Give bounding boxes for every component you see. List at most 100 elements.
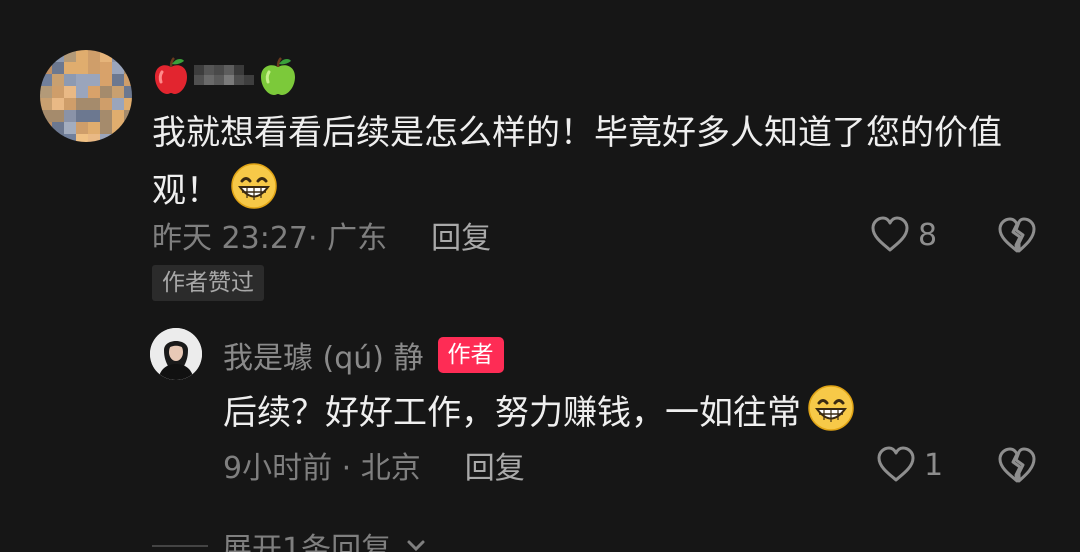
avatar-mosaic-cell [112, 122, 124, 134]
avatar-mosaic-cell [64, 50, 76, 62]
avatar-mosaic-cell [88, 50, 100, 62]
avatar-mosaic-cell [64, 98, 76, 110]
avatar-mosaic-cell [64, 122, 76, 134]
avatar-mosaic-cell [52, 110, 64, 122]
green-apple-icon [261, 57, 295, 95]
avatar-mosaic-cell [124, 134, 132, 142]
liked-by-author-badge: 作者赞过 [152, 265, 264, 301]
avatar-mosaic-cell [52, 86, 64, 98]
avatar-mosaic-cell [52, 98, 64, 110]
avatar-mosaic-cell [112, 62, 124, 74]
avatar-mosaic-cell [52, 74, 64, 86]
avatar-mosaic-cell [52, 122, 64, 134]
avatar-mosaic-cell [112, 74, 124, 86]
commenter-name-mosaic [194, 61, 254, 91]
comment-time-location: 昨天 23:27· 广东 [152, 221, 388, 256]
avatar-mosaic-cell [76, 98, 88, 110]
avatar-mosaic-cell [64, 110, 76, 122]
avatar-mosaic-cell [100, 62, 112, 74]
avatar-mosaic-cell [88, 122, 100, 134]
broken-heart-icon[interactable] [997, 216, 1037, 256]
avatar-mosaic-cell [88, 110, 100, 122]
avatar-mosaic-cell [112, 98, 124, 110]
avatar-mosaic-cell [112, 50, 124, 62]
avatar-mosaic-cell [76, 74, 88, 86]
avatar-mosaic-cell [76, 86, 88, 98]
avatar-mosaic-cell [40, 62, 52, 74]
avatar-mosaic-cell [88, 74, 100, 86]
avatar-mosaic-cell [52, 62, 64, 74]
avatar-mosaic-cell [76, 62, 88, 74]
avatar-mosaic-cell [124, 86, 132, 98]
expand-replies-label: 展开1条回复 [222, 532, 392, 552]
avatar-mosaic-cell [88, 98, 100, 110]
avatar-mosaic-cell [112, 86, 124, 98]
comment-body: 我就想看看后续是怎么样的！毕竟好多人知道了您的价值观！ [152, 104, 1042, 220]
avatar-mosaic-cell [100, 74, 112, 86]
avatar-mosaic-cell [100, 122, 112, 134]
reply-author-name[interactable]: 我是璩 (qú) 静 [223, 333, 424, 377]
broken-heart-icon[interactable] [997, 446, 1037, 486]
avatar-mosaic-cell [40, 86, 52, 98]
avatar-mosaic-cell [40, 98, 52, 110]
heart-outline-icon [871, 216, 909, 252]
person-photo-icon [150, 328, 202, 380]
reply-time-location: 9小时前 · 北京 [223, 451, 421, 486]
comment-text: 我就想看看后续是怎么样的！毕竟好多人知道了您的价值观！ [152, 113, 1002, 211]
avatar-mosaic-cell [40, 122, 52, 134]
avatar-mosaic-cell [124, 74, 132, 86]
comment-like-count: 8 [918, 217, 938, 253]
avatar-mosaic-cell [52, 134, 64, 142]
avatar-mosaic-cell [112, 110, 124, 122]
comment-panel: 我就想看看后续是怎么样的！毕竟好多人知道了您的价值观！ 昨天 23:27· 广东… [0, 0, 1080, 552]
avatar-mosaic-cell [124, 98, 132, 110]
commenter-name-row[interactable] [152, 55, 298, 97]
avatar-mosaic-cell [88, 62, 100, 74]
avatar-mosaic-cell [40, 134, 52, 142]
reply-author-row[interactable]: 我是璩 (qú) 静 作者 [223, 334, 504, 376]
avatar-mosaic-cell [100, 98, 112, 110]
avatar-mosaic-cell [100, 134, 112, 142]
avatar-mosaic-cell [64, 134, 76, 142]
avatar-mosaic-cell [40, 74, 52, 86]
reply-meta: 9小时前 · 北京 回复 [223, 442, 525, 488]
avatar-mosaic-cell [64, 86, 76, 98]
commenter-avatar[interactable] [40, 50, 132, 142]
heart-outline-icon [877, 446, 915, 482]
avatar-mosaic-cell [124, 110, 132, 122]
avatar-mosaic-cell [76, 50, 88, 62]
expand-divider [152, 545, 208, 547]
avatar-mosaic-cell [76, 110, 88, 122]
red-apple-icon [155, 57, 187, 94]
avatar-mosaic-cell [112, 134, 124, 142]
avatar-mosaic-cell [124, 62, 132, 74]
comment-reply-button[interactable]: 回复 [431, 213, 491, 257]
avatar-mosaic-cell [40, 110, 52, 122]
avatar-mosaic-cell [88, 86, 100, 98]
author-badge: 作者 [437, 337, 504, 373]
avatar-mosaic-cell [88, 134, 100, 142]
avatar-mosaic-cell [64, 62, 76, 74]
avatar-mosaic-cell [124, 122, 132, 134]
reply-text: 后续？好好工作，努力赚钱，一如往常 [223, 393, 801, 433]
expand-replies-button[interactable]: 展开1条回复 [152, 526, 427, 552]
reply-like-count: 1 [924, 447, 944, 483]
reply-reply-button[interactable]: 回复 [465, 443, 525, 487]
avatar-mosaic-cell [52, 50, 64, 62]
grinning-emoji-icon [231, 163, 277, 209]
avatar-mosaic-cell [40, 50, 52, 62]
comment-meta: 昨天 23:27· 广东 回复 [152, 212, 491, 258]
avatar-mosaic-cell [64, 74, 76, 86]
chevron-down-icon [407, 540, 425, 552]
comment-like-button[interactable]: 8 [870, 214, 937, 256]
reply-like-button[interactable]: 1 [876, 444, 943, 486]
avatar-mosaic-cell [124, 50, 132, 62]
reply-author-avatar[interactable] [150, 328, 202, 380]
grinning-emoji-icon [808, 385, 854, 431]
avatar-mosaic-cell [100, 110, 112, 122]
avatar-mosaic-cell [100, 50, 112, 62]
reply-body: 后续？好好工作，努力赚钱，一如往常 [223, 384, 855, 440]
avatar-mosaic-cell [76, 122, 88, 134]
avatar-mosaic-cell [100, 86, 112, 98]
avatar-mosaic-cell [76, 134, 88, 142]
